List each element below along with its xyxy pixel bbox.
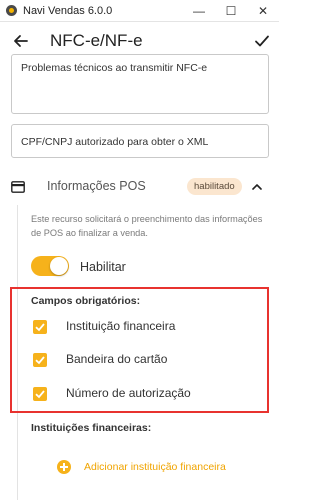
enable-toggle[interactable] (31, 256, 69, 276)
check-mark-icon (35, 390, 45, 399)
window-controls: — ☐ ✕ (183, 0, 279, 22)
add-institution-button[interactable]: Adicionar instituição financeira (57, 459, 226, 475)
page-title: NFC-e/NF-e (50, 31, 143, 50)
institutions-title: Instituições financeiras: (31, 422, 152, 434)
close-button[interactable]: ✕ (247, 0, 279, 22)
checkbox-bandeira[interactable] (33, 353, 47, 367)
toggle-knob (50, 257, 68, 275)
arrow-left-icon[interactable] (12, 32, 30, 50)
reason-field-value: Problemas técnicos ao transmitir NFC-e (21, 62, 208, 74)
cpf-cnpj-placeholder: CPF/CNPJ autorizado para obter o XML (21, 136, 209, 148)
window-titlebar: Navi Vendas 6.0.0 — ☐ ✕ (0, 0, 279, 22)
plus-circle-icon (57, 460, 71, 474)
checkbox-autorizacao[interactable] (33, 387, 47, 401)
check-mark-icon (35, 323, 45, 332)
cpf-cnpj-field[interactable]: CPF/CNPJ autorizado para obter o XML (11, 124, 269, 158)
section-title: Informações POS (47, 179, 146, 193)
credit-card-icon (11, 181, 25, 193)
section-description: Este recurso solicitará o preenchimento … (31, 214, 263, 238)
checkbox-label: Número de autorização (66, 386, 191, 400)
window-title: Navi Vendas 6.0.0 (23, 4, 113, 17)
check-icon[interactable] (253, 32, 271, 50)
enable-toggle-label: Habilitar (80, 260, 126, 274)
status-badge: habilitado (187, 178, 242, 195)
required-fields-title: Campos obrigatórios: (31, 295, 141, 307)
pos-section-header[interactable]: Informações POS habilitado (0, 172, 279, 202)
chevron-up-icon[interactable] (251, 181, 263, 193)
checkbox-label: Bandeira do cartão (66, 352, 168, 366)
maximize-button[interactable]: ☐ (215, 0, 247, 22)
checkbox-instituicao[interactable] (33, 320, 47, 334)
minimize-button[interactable]: — (183, 0, 215, 22)
checkbox-label: Instituição financeira (66, 319, 176, 333)
add-institution-label: Adicionar instituição financeira (84, 461, 226, 473)
check-mark-icon (35, 356, 45, 365)
app-logo-icon (6, 5, 17, 16)
reason-field[interactable]: Problemas técnicos ao transmitir NFC-e (11, 54, 269, 114)
